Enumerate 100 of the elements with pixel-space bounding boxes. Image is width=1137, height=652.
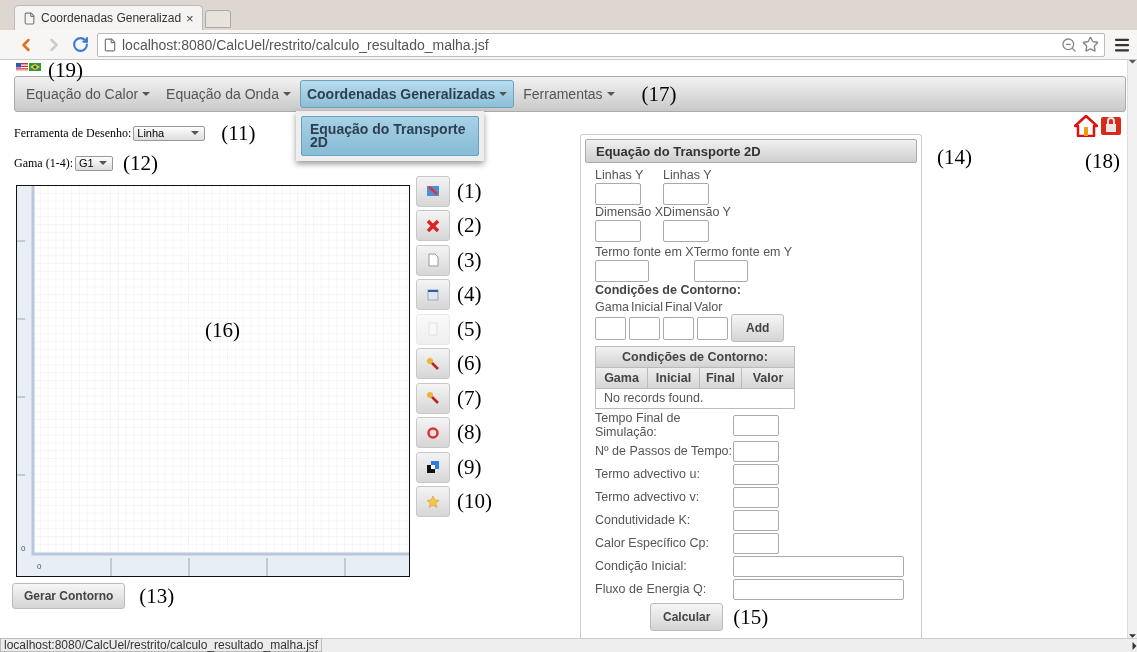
input-field[interactable] (629, 317, 660, 340)
input-field[interactable] (595, 317, 626, 340)
menu-item[interactable]: Equação do Calor (19, 80, 158, 108)
field-label: Termo fonte em Y (693, 245, 793, 259)
column-header: Valor (751, 370, 785, 387)
input-field[interactable] (663, 220, 710, 242)
input-field[interactable] (595, 260, 649, 282)
section-title: Condições de Contorno: (595, 283, 742, 298)
menu-item[interactable]: Coordenadas Generalizadas (299, 80, 515, 108)
annotation: (10) (457, 489, 492, 515)
field-label: Dimensão Y (663, 205, 731, 219)
field-label: Tempo Final de Simulação: (595, 411, 682, 439)
annotation: (18) (1085, 149, 1120, 174)
input-field[interactable] (595, 220, 641, 242)
field-label: Condição Inicial: (595, 559, 688, 573)
input-field[interactable] (733, 415, 779, 436)
reload-icon[interactable] (72, 36, 89, 53)
dropdown-item[interactable]: Equação do Transporte 2D (300, 116, 479, 156)
lock-icon[interactable] (1100, 115, 1122, 137)
field-label: Termo fonte em X (595, 245, 694, 259)
field-label: Linhas Y (663, 168, 713, 182)
field-label: Inicial (631, 300, 663, 314)
annotation: (16) (205, 318, 240, 343)
input-field[interactable] (697, 317, 728, 340)
annotation: (7) (457, 385, 482, 411)
annotation: (17) (641, 81, 677, 107)
field-label: Condutividade K: (595, 513, 692, 527)
table-title: Condições de Contorno: (596, 347, 794, 368)
tool-select[interactable]: Linha (133, 125, 206, 141)
input-field[interactable] (733, 487, 779, 508)
annotation: (6) (457, 351, 482, 377)
annotation: (13) (139, 583, 175, 609)
caret-icon (499, 92, 508, 96)
close-icon[interactable]: × (186, 10, 194, 26)
address-bar[interactable]: localhost:8080/CalcUel/restrito/calculo_resultado_malha.jsf (97, 32, 1105, 57)
flag-icon[interactable] (29, 63, 41, 71)
generate-button[interactable]: Gerar Contorno (12, 583, 126, 609)
input-field[interactable] (733, 464, 779, 485)
flag-icon[interactable] (16, 63, 28, 71)
annotation: (8) (457, 420, 482, 446)
star-icon[interactable] (1082, 36, 1099, 53)
page-icon (103, 37, 117, 52)
menu-item[interactable]: Equação da Onda (159, 80, 298, 108)
annotation: (11) (221, 120, 256, 146)
scrollbar[interactable] (1127, 60, 1137, 638)
grid-icon (426, 287, 440, 302)
input-field[interactable] (733, 556, 904, 577)
page-icon (23, 11, 36, 25)
annotation: (12) (123, 150, 158, 176)
caret-icon (99, 161, 107, 165)
column-header: Gama (596, 368, 648, 388)
menu-item[interactable]: Ferramentas (516, 80, 622, 108)
scrollbar[interactable] (322, 638, 1137, 652)
undo-icon (426, 425, 440, 440)
layers-icon (426, 460, 440, 475)
field-label: Final (665, 300, 693, 314)
wand-icon (426, 356, 440, 371)
status-url: localhost:8080/CalcUel/restrito/calculo_resultado_malha.jsf (0, 638, 323, 652)
input-field[interactable] (733, 510, 779, 531)
add-button[interactable]: Add (731, 314, 785, 342)
pencil-icon (426, 184, 440, 199)
annotation: (19) (48, 60, 83, 83)
input-field[interactable] (733, 441, 779, 462)
field-label: Nº de Passos de Tempo: (595, 444, 733, 458)
column-header: Inicial (648, 368, 700, 388)
input-field[interactable] (733, 533, 779, 554)
annotation: (1) (457, 178, 482, 204)
input-field[interactable] (663, 183, 710, 205)
annotation: (15) (733, 604, 769, 630)
tab-title: Coordenadas Generalizad (41, 11, 182, 25)
new-tab-button[interactable] (204, 10, 231, 28)
tool-button[interactable] (416, 451, 450, 483)
field-label: Gama (1-4): (14, 155, 73, 171)
field-label: Valor (694, 300, 723, 314)
field-label: Linhas Y (595, 168, 645, 182)
caret-icon (142, 92, 151, 96)
calculate-button[interactable]: Calcular (650, 603, 724, 631)
home-icon[interactable] (1074, 115, 1098, 137)
annotation: (14) (937, 145, 972, 171)
field-label: Ferramenta de Desenho: (14, 125, 132, 141)
gamma-select[interactable]: G1 (75, 155, 113, 171)
caret-icon (191, 131, 200, 135)
empty-message: No records found. (603, 390, 705, 407)
input-field[interactable] (733, 579, 904, 600)
axis-label: 0 (21, 544, 26, 553)
close-icon (426, 218, 440, 233)
field-label: Gama (595, 300, 630, 314)
zoom-icon[interactable] (1061, 36, 1077, 53)
caret-icon (282, 92, 291, 96)
axis-label: 0 (37, 562, 42, 571)
annotation: (3) (457, 247, 482, 273)
input-field[interactable] (595, 183, 641, 205)
drawing-canvas[interactable]: 0 0 (16) (16, 185, 410, 577)
input-field[interactable] (693, 260, 748, 282)
column-header: Final (700, 368, 742, 388)
browser-tab[interactable]: Coordenadas Generalizad × (14, 5, 203, 30)
caret-icon (606, 92, 615, 96)
field-label: Fluxo de Energia Q: (595, 582, 708, 596)
annotation: (4) (457, 282, 482, 308)
input-field[interactable] (663, 317, 694, 340)
